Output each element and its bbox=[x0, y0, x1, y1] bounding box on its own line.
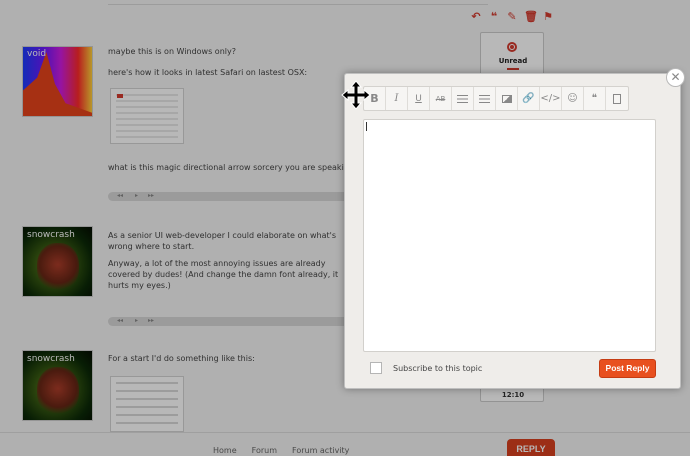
italic-button[interactable]: I bbox=[386, 87, 408, 110]
reply-textarea[interactable] bbox=[363, 119, 656, 352]
subscribe-checkbox[interactable] bbox=[370, 362, 382, 374]
emoji-button[interactable]: ☺ bbox=[562, 87, 584, 110]
bullet-list-button[interactable] bbox=[452, 87, 474, 110]
numbered-list-icon bbox=[479, 94, 490, 103]
quote-button[interactable]: ❝ bbox=[584, 87, 606, 110]
post-reply-button[interactable]: Post Reply bbox=[599, 359, 656, 378]
editor-toolbar: B I U AB 🔗 </> ☺ ❝ bbox=[363, 86, 629, 111]
strikethrough-button[interactable]: AB bbox=[430, 87, 452, 110]
page-icon bbox=[613, 93, 621, 104]
move-cursor-icon[interactable] bbox=[341, 80, 371, 110]
preview-button[interactable] bbox=[606, 87, 628, 110]
underline-button[interactable]: U bbox=[408, 87, 430, 110]
close-icon[interactable]: ✕ bbox=[666, 68, 685, 87]
code-button[interactable]: </> bbox=[540, 87, 562, 110]
bullet-list-icon bbox=[457, 94, 468, 103]
subscribe-label: Subscribe to this topic bbox=[393, 364, 483, 373]
image-icon bbox=[501, 94, 512, 103]
image-button[interactable] bbox=[496, 87, 518, 110]
link-button[interactable]: 🔗 bbox=[518, 87, 540, 110]
text-caret bbox=[366, 122, 367, 131]
numbered-list-button[interactable] bbox=[474, 87, 496, 110]
